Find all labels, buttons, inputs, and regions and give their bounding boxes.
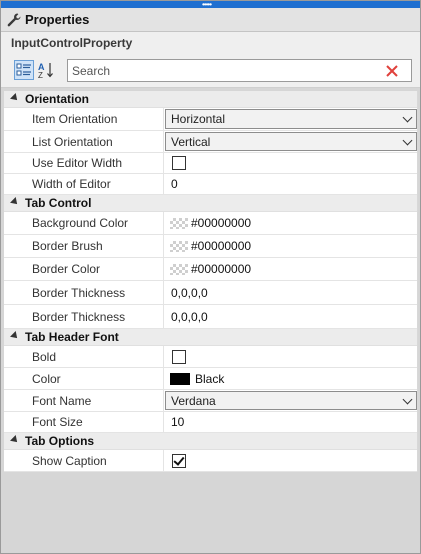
property-name: Use Editor Width <box>4 153 164 173</box>
selected-object-name: InputControlProperty <box>1 32 420 53</box>
property-row-border-thickness: Border Thickness 0,0,0,0 <box>4 305 417 329</box>
use-editor-width-checkbox[interactable] <box>172 156 186 170</box>
object-name-label: InputControlProperty <box>11 36 133 50</box>
property-row-use-editor-width: Use Editor Width <box>4 153 417 174</box>
property-name: Background Color <box>4 212 164 234</box>
categorized-view-icon <box>16 63 31 76</box>
category-label: Tab Options <box>25 434 95 448</box>
chevron-down-icon <box>402 394 413 404</box>
property-grid: Orientation Item Orientation Horizontal … <box>4 91 418 472</box>
property-name: Show Caption <box>4 450 164 471</box>
properties-toolbar: A Z <box>1 53 420 88</box>
category-orientation[interactable]: Orientation <box>4 91 417 108</box>
property-row-width-of-editor: Width of Editor 0 <box>4 174 417 195</box>
font-name-dropdown[interactable]: Verdana <box>165 391 417 410</box>
border-thickness-field[interactable]: 0,0,0,0 <box>171 286 208 300</box>
dropdown-value: Horizontal <box>171 112 226 126</box>
collapse-arrow-icon[interactable] <box>10 331 20 341</box>
property-name: Border Color <box>4 258 164 280</box>
font-size-field[interactable]: 10 <box>171 415 184 429</box>
color-value: #00000000 <box>191 216 252 230</box>
color-value: #00000000 <box>191 262 252 276</box>
bold-checkbox[interactable] <box>172 349 186 364</box>
properties-panel: ••••• Properties InputControlProperty A … <box>0 0 421 554</box>
property-row-show-caption: Show Caption <box>4 450 417 472</box>
transparent-swatch-icon <box>170 240 188 252</box>
categorized-view-button[interactable] <box>14 60 34 80</box>
property-name: Color <box>4 368 164 389</box>
property-name: Item Orientation <box>4 108 164 130</box>
property-row-border-color: Border Color #00000000 <box>4 258 417 281</box>
category-label: Tab Header Font <box>25 330 119 344</box>
black-swatch-icon <box>170 372 190 385</box>
alphabetical-sort-icon: A Z <box>38 62 53 80</box>
panel-title: Properties <box>25 12 90 27</box>
border-color-picker[interactable]: #00000000 <box>165 258 417 280</box>
property-row-border-brush: Border Brush #00000000 <box>4 235 417 258</box>
property-name: List Orientation <box>4 131 164 152</box>
property-row-item-orientation: Item Orientation Horizontal <box>4 108 417 131</box>
property-row-border-thickness: Border Thickness 0,0,0,0 <box>4 281 417 305</box>
property-name: Font Name <box>4 390 164 411</box>
collapse-arrow-icon[interactable] <box>10 435 20 445</box>
width-of-editor-field[interactable]: 0 <box>171 177 178 191</box>
category-label: Tab Control <box>25 196 92 210</box>
dropdown-value: Vertical <box>171 134 211 149</box>
property-row-background-color: Background Color #00000000 <box>4 212 417 235</box>
property-row-list-orientation: List Orientation Vertical <box>4 131 417 153</box>
chevron-down-icon <box>402 112 413 123</box>
category-label: Orientation <box>25 92 90 106</box>
category-tab-header-font[interactable]: Tab Header Font <box>4 329 417 346</box>
property-name: Border Thickness <box>4 305 164 328</box>
property-name: Font Size <box>4 412 164 432</box>
alphabetical-sort-button[interactable]: A Z <box>37 60 57 80</box>
property-row-font-size: Font Size 10 <box>4 412 417 433</box>
category-tab-options[interactable]: Tab Options <box>4 433 417 450</box>
clear-search-icon[interactable] <box>385 64 399 78</box>
panel-titlebar: Properties <box>1 8 420 32</box>
show-caption-checkbox[interactable] <box>172 453 186 468</box>
category-tab-control[interactable]: Tab Control <box>4 195 417 212</box>
wrench-icon <box>7 13 21 27</box>
property-row-font-name: Font Name Verdana <box>4 390 417 412</box>
property-row-color: Color Black <box>4 368 417 390</box>
border-thickness-field[interactable]: 0,0,0,0 <box>171 310 208 324</box>
property-name: Border Thickness <box>4 281 164 304</box>
property-row-bold: Bold <box>4 346 417 368</box>
chevron-down-icon <box>402 135 413 145</box>
svg-text:Z: Z <box>38 71 43 80</box>
font-color-picker[interactable]: Black <box>165 368 417 389</box>
border-brush-picker[interactable]: #00000000 <box>165 235 417 257</box>
property-name: Bold <box>4 346 164 367</box>
panel-drag-grip[interactable]: ••••• <box>1 1 420 9</box>
search-input[interactable] <box>68 60 376 81</box>
dropdown-value: Verdana <box>171 393 216 408</box>
color-value: Black <box>195 371 225 386</box>
property-name: Border Brush <box>4 235 164 257</box>
item-orientation-dropdown[interactable]: Horizontal <box>165 109 417 129</box>
transparent-swatch-icon <box>170 263 188 275</box>
search-box <box>67 59 412 82</box>
transparent-swatch-icon <box>170 217 188 229</box>
description-pane <box>1 508 420 553</box>
collapse-arrow-icon[interactable] <box>10 197 20 207</box>
list-orientation-dropdown[interactable]: Vertical <box>165 132 417 151</box>
color-value: #00000000 <box>191 239 252 253</box>
property-name: Width of Editor <box>4 174 164 194</box>
collapse-arrow-icon[interactable] <box>10 93 20 103</box>
background-color-picker[interactable]: #00000000 <box>165 212 417 234</box>
